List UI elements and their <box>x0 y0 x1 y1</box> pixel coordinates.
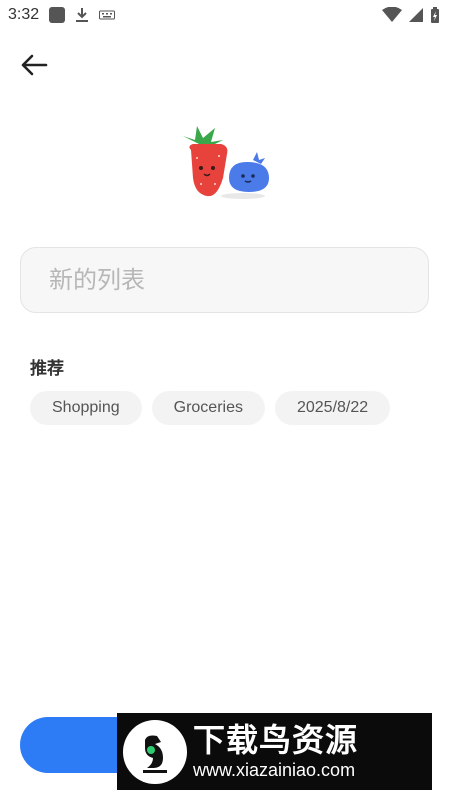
list-name-field[interactable] <box>20 247 429 313</box>
keyboard-icon <box>99 10 116 20</box>
app-icon <box>49 7 66 23</box>
bird-logo-icon <box>143 735 167 773</box>
battery-icon <box>431 7 439 23</box>
download-icon <box>76 8 89 22</box>
suggestion-chip-groceries[interactable]: Groceries <box>151 391 265 425</box>
status-time: 3:32 <box>8 6 40 23</box>
watermark-overlay: 下载鸟资源 www.xiazainiao.com <box>117 713 432 790</box>
cellular-signal-icon <box>409 8 423 22</box>
suggestion-chips: Shopping Groceries 2025/8/22 <box>30 391 391 425</box>
suggestion-chip-shopping[interactable]: Shopping <box>30 391 142 425</box>
list-name-input[interactable] <box>21 248 428 312</box>
hero-illustration <box>175 118 275 204</box>
watermark-url: www.xiazainiao.com <box>193 759 356 780</box>
status-bar: 3:32 <box>0 0 450 30</box>
status-right <box>382 7 440 23</box>
watermark-brand: 下载鸟资源 <box>193 720 359 759</box>
suggestion-chip-date[interactable]: 2025/8/22 <box>274 391 391 425</box>
watermark-logo <box>123 719 187 784</box>
suggestions-title: 推荐 <box>30 359 64 379</box>
arrow-left-icon <box>21 54 48 76</box>
strawberry-blueberry-illustration <box>183 126 269 199</box>
watermark-text: 下载鸟资源 www.xiazainiao.com <box>193 722 358 782</box>
wifi-icon <box>382 7 402 22</box>
back-button[interactable] <box>14 48 54 82</box>
status-left: 3:32 <box>8 6 116 24</box>
